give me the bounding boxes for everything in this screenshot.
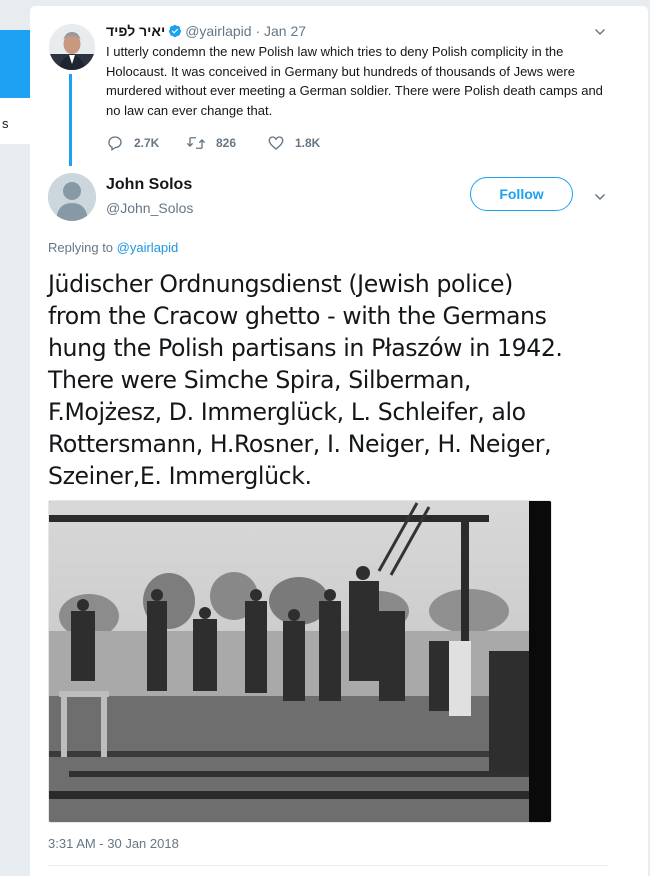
replying-to: Replying to @yairlapid bbox=[48, 240, 178, 255]
chevron-down-icon[interactable] bbox=[594, 26, 606, 38]
verified-badge-icon bbox=[169, 24, 182, 38]
reply-timestamp[interactable]: 3:31 AM - 30 Jan 2018 bbox=[48, 836, 179, 851]
like-icon bbox=[268, 136, 284, 150]
reply-author-handle[interactable]: @John_Solos bbox=[106, 200, 193, 216]
avatar-john-solos[interactable] bbox=[48, 173, 96, 221]
parent-author-handle[interactable]: @yairlapid bbox=[185, 23, 251, 39]
reply-icon bbox=[108, 136, 122, 152]
parent-tweet-text: I utterly condemn the new Polish law whi… bbox=[106, 44, 603, 118]
chevron-down-icon[interactable] bbox=[594, 191, 606, 203]
reply-author-name[interactable]: John Solos bbox=[106, 176, 192, 194]
conversation-thread-line bbox=[69, 74, 72, 166]
tweet-photo[interactable] bbox=[48, 500, 552, 823]
reply-count: 2.7K bbox=[134, 136, 160, 150]
historical-photo-image bbox=[49, 501, 551, 822]
retweet-count: 826 bbox=[216, 136, 237, 150]
avatar-yairlapid[interactable] bbox=[49, 24, 95, 70]
like-count: 1.8K bbox=[295, 136, 321, 150]
parent-tweet-date[interactable]: Jan 27 bbox=[264, 23, 306, 39]
retweet-button[interactable]: 826 bbox=[186, 134, 236, 152]
header-separator: · bbox=[255, 23, 261, 39]
parent-tweet-header: יאיר לפיד @yairlapid · Jan 27 bbox=[106, 22, 606, 40]
like-button[interactable]: 1.8K bbox=[267, 134, 320, 152]
follow-button[interactable]: Follow bbox=[470, 177, 573, 211]
parent-tweet-actions: 2.7K 826 1.8K bbox=[106, 134, 406, 154]
nav-fragment-text: s bbox=[2, 116, 9, 131]
parent-author-name[interactable]: יאיר לפיד bbox=[106, 23, 165, 39]
retweet-icon bbox=[186, 137, 206, 149]
divider bbox=[48, 865, 608, 866]
replying-to-link[interactable]: @yairlapid bbox=[117, 240, 179, 255]
default-avatar-icon bbox=[48, 173, 96, 221]
tweet-modal: יאיר לפיד @yairlapid · Jan 27 I utterly c… bbox=[30, 6, 648, 876]
replying-prefix: Replying to bbox=[48, 240, 117, 255]
reply-tweet-text: Jüdischer Ordnungsdienst (Jewish police)… bbox=[48, 270, 563, 490]
reply-button[interactable]: 2.7K bbox=[106, 134, 159, 152]
